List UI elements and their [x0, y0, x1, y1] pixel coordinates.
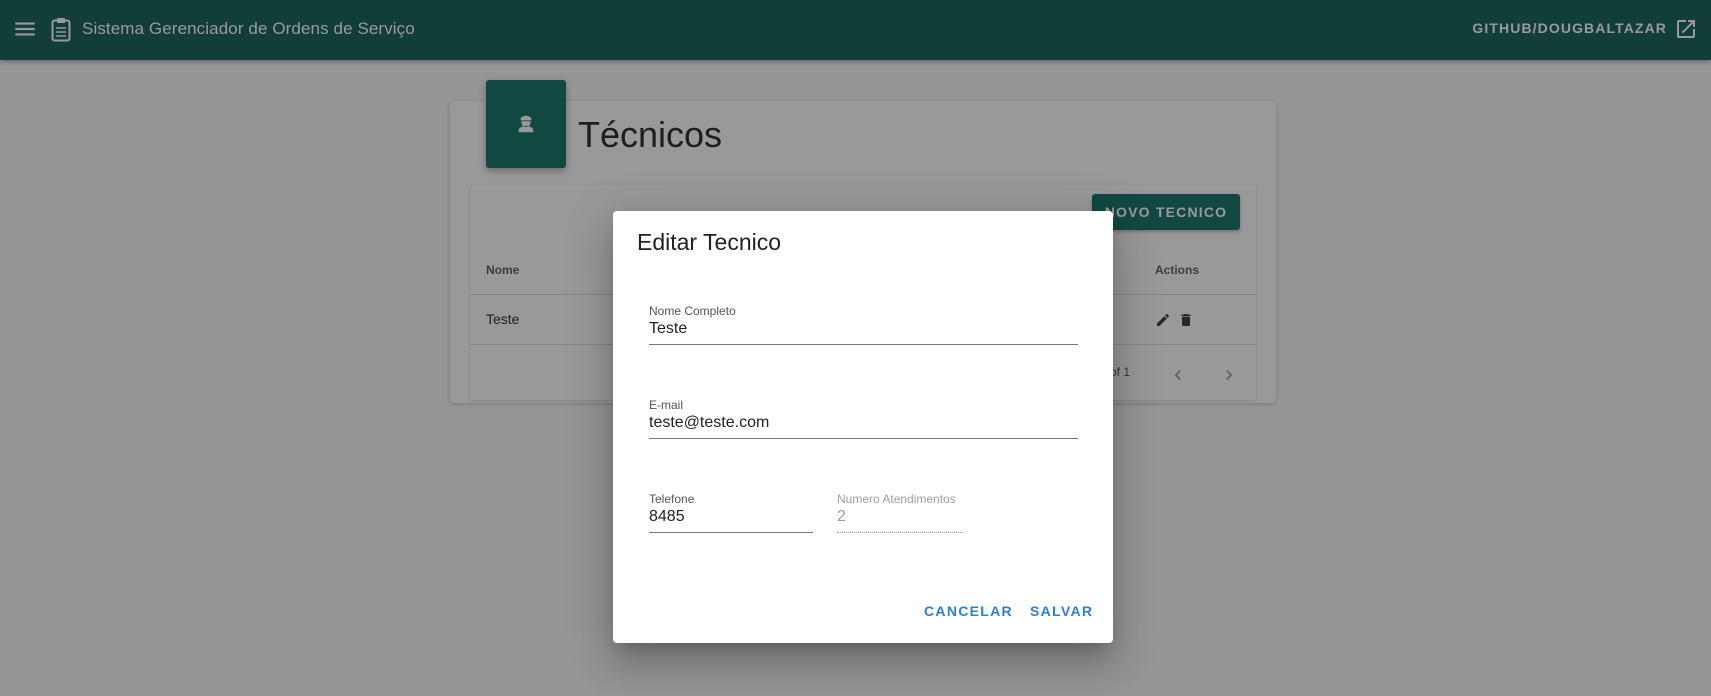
email-field: E-mail	[649, 398, 1078, 439]
telefone-field: Telefone	[649, 492, 813, 533]
telefone-label: Telefone	[649, 492, 695, 506]
save-button[interactable]: SALVAR	[1030, 603, 1093, 619]
atendimentos-input	[837, 508, 963, 533]
dialog-title: Editar Tecnico	[637, 229, 782, 255]
nome-field: Nome Completo	[649, 304, 1078, 345]
cancel-button[interactable]: CANCELAR	[924, 603, 1013, 619]
email-input[interactable]	[649, 414, 1078, 439]
atendimentos-field: Numero Atendimentos	[837, 492, 963, 533]
email-label: E-mail	[649, 398, 684, 412]
telefone-input[interactable]	[649, 508, 813, 533]
edit-technician-dialog: Editar Tecnico Nome Completo E-mail Tele…	[613, 211, 1113, 643]
nome-input[interactable]	[649, 320, 1078, 345]
atendimentos-label: Numero Atendimentos	[837, 492, 956, 506]
nome-label: Nome Completo	[649, 304, 736, 318]
